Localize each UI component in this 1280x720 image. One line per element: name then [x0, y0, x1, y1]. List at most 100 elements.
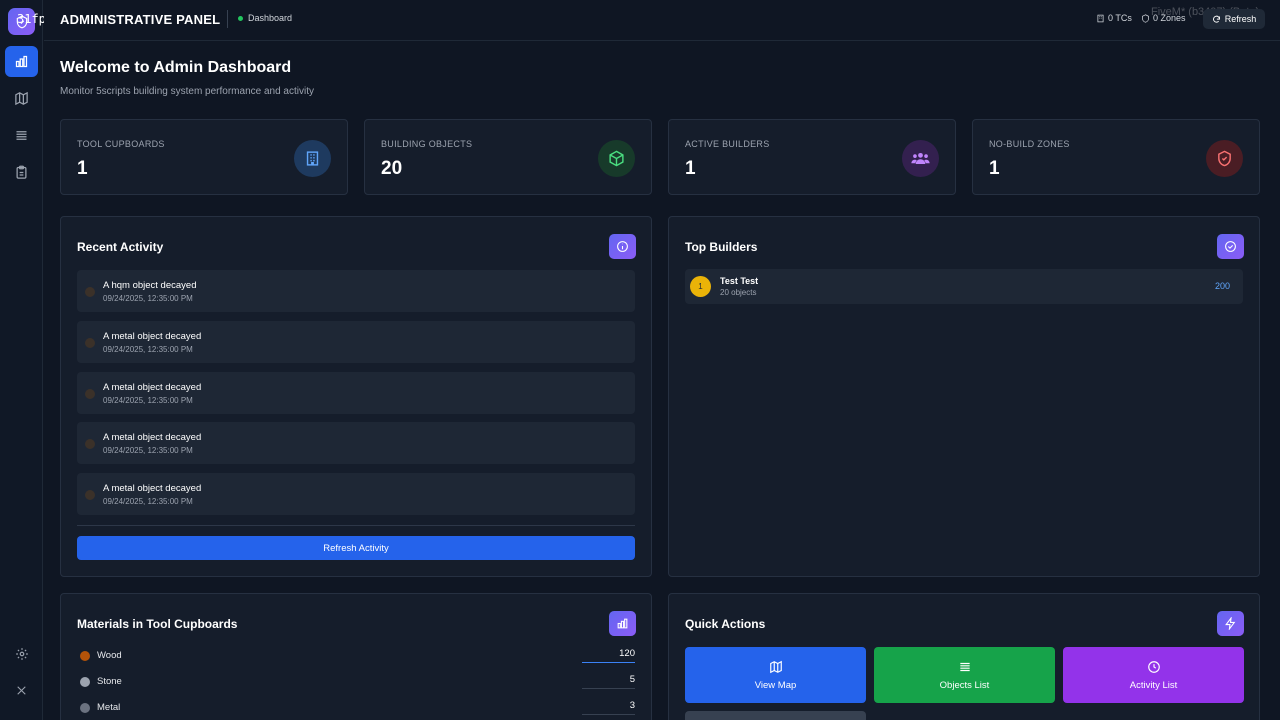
activity-dot	[85, 490, 95, 500]
activity-dot	[85, 389, 95, 399]
stat-label: ACTIVE BUILDERS	[685, 139, 770, 149]
close-icon	[17, 686, 26, 695]
gear-icon	[15, 647, 28, 660]
activity-time: 09/24/2025, 12:35:00 PM	[103, 294, 193, 303]
material-bar	[582, 714, 635, 715]
material-row-stone: Stone 5	[77, 673, 635, 693]
activity-dot	[85, 439, 95, 449]
settings-button[interactable]	[5, 638, 38, 669]
lightning-icon	[1217, 611, 1244, 636]
clipboard-icon	[16, 165, 27, 179]
activity-text: A metal object decayed	[103, 432, 202, 443]
material-row-wood: Wood 120	[77, 647, 635, 667]
activity-item: A hqm object decayed 09/24/2025, 12:35:0…	[77, 270, 635, 312]
bar-chart-icon	[609, 611, 636, 636]
map-icon	[15, 91, 28, 106]
building-icon	[1097, 14, 1104, 22]
page-title: Welcome to Admin Dashboard	[60, 59, 292, 76]
map-icon	[769, 660, 782, 673]
material-value: 120	[619, 648, 635, 659]
stat-label: BUILDING OBJECTS	[381, 139, 473, 149]
status-dot	[238, 15, 243, 21]
shield-icon	[1206, 140, 1243, 177]
activity-dot	[85, 338, 95, 348]
panel-title: Top Builders	[685, 240, 758, 254]
material-row-metal: Metal 3	[77, 699, 635, 719]
rank-badge: 1	[690, 276, 711, 297]
objects-list-button[interactable]: Objects List	[874, 647, 1055, 703]
info-icon	[609, 234, 636, 259]
panel-title: Materials in Tool Cupboards	[77, 617, 238, 631]
activity-time: 09/24/2025, 12:35:00 PM	[103, 396, 193, 405]
page-subtitle: Monitor 5scripts building system perform…	[60, 86, 314, 97]
building-icon	[294, 140, 331, 177]
close-button[interactable]	[5, 675, 38, 706]
materials-panel: Materials in Tool Cupboards Wood 120 Sto…	[60, 593, 652, 720]
breadcrumb-label: Dashboard	[248, 13, 293, 23]
stat-value: 1	[77, 158, 88, 179]
activity-item: A metal object decayed 09/24/2025, 12:35…	[77, 473, 635, 515]
users-icon	[902, 140, 939, 177]
activity-item: A metal object decayed 09/24/2025, 12:35…	[77, 321, 635, 363]
sidebar	[0, 0, 43, 720]
wood-icon	[80, 651, 90, 661]
stat-card-building-objects: BUILDING OBJECTS 20	[364, 119, 652, 195]
stat-card-tool-cupboards: TOOL CUPBOARDS 1	[60, 119, 348, 195]
nav-dashboard-button[interactable]	[5, 46, 38, 77]
nav-list-button[interactable]	[5, 120, 38, 151]
activity-text: A metal object decayed	[103, 382, 202, 393]
top-header: ADMINISTRATIVE PANEL Dashboard 0 TCs 0 Z…	[44, 0, 1280, 41]
breadcrumb: Dashboard	[238, 13, 292, 23]
header-divider	[227, 10, 228, 28]
stat-card-no-build-zones: NO-BUILD ZONES 1	[972, 119, 1260, 195]
clock-icon	[1147, 660, 1160, 673]
builder-objects: 20 objects	[720, 288, 757, 297]
divider	[77, 525, 635, 526]
cube-icon	[598, 140, 635, 177]
activity-text: A metal object decayed	[103, 331, 202, 342]
more-action-button[interactable]	[685, 711, 866, 720]
refresh-label: Refresh	[1224, 14, 1257, 24]
material-bar	[582, 662, 635, 663]
recent-activity-panel: Recent Activity A hqm object decayed 09/…	[60, 216, 652, 577]
stat-value: 20	[381, 158, 403, 179]
list-icon	[959, 662, 970, 671]
builder-count: 200	[1214, 281, 1230, 291]
material-name: Stone	[97, 676, 122, 687]
nav-clipboard-button[interactable]	[5, 157, 38, 188]
activity-time: 09/24/2025, 12:35:00 PM	[103, 497, 193, 506]
stone-icon	[80, 677, 90, 687]
activity-list-button[interactable]: Activity List	[1063, 647, 1244, 703]
material-name: Wood	[97, 650, 122, 661]
panel-title: Quick Actions	[685, 617, 766, 631]
refresh-icon	[1212, 15, 1220, 23]
nav-map-button[interactable]	[5, 83, 38, 114]
activity-item: A metal object decayed 09/24/2025, 12:35…	[77, 372, 635, 414]
button-label: Activity List	[1129, 679, 1178, 691]
metal-icon	[80, 703, 90, 713]
panel-title: Recent Activity	[77, 240, 164, 254]
stat-label: NO-BUILD ZONES	[989, 139, 1070, 149]
material-value: 5	[629, 674, 635, 685]
button-label: View Map	[754, 679, 797, 691]
button-label: Objects List	[939, 679, 990, 691]
refresh-activity-button[interactable]: Refresh Activity	[77, 536, 635, 560]
activity-item: A metal object decayed 09/24/2025, 12:35…	[77, 422, 635, 464]
material-name: Metal	[97, 702, 121, 713]
stat-card-active-builders: ACTIVE BUILDERS 1	[668, 119, 956, 195]
stat-label: TOOL CUPBOARDS	[77, 139, 165, 149]
bar-chart-icon	[15, 55, 28, 68]
check-circle-icon	[1217, 234, 1244, 259]
activity-dot	[85, 287, 95, 297]
material-value: 3	[629, 700, 635, 711]
shield-icon	[1142, 13, 1149, 23]
quick-actions-panel: Quick Actions View Map Objects List Acti…	[668, 593, 1260, 720]
activity-text: A metal object decayed	[103, 483, 202, 494]
refresh-button[interactable]: Refresh	[1203, 9, 1265, 29]
top-builders-panel: Top Builders 1 Test Test 20 objects 200	[668, 216, 1260, 577]
builder-row[interactable]: 1 Test Test 20 objects 200	[685, 269, 1243, 304]
material-bar	[582, 688, 635, 689]
builder-name: Test Test	[720, 276, 759, 286]
view-map-button[interactable]: View Map	[685, 647, 866, 703]
activity-time: 09/24/2025, 12:35:00 PM	[103, 345, 193, 354]
